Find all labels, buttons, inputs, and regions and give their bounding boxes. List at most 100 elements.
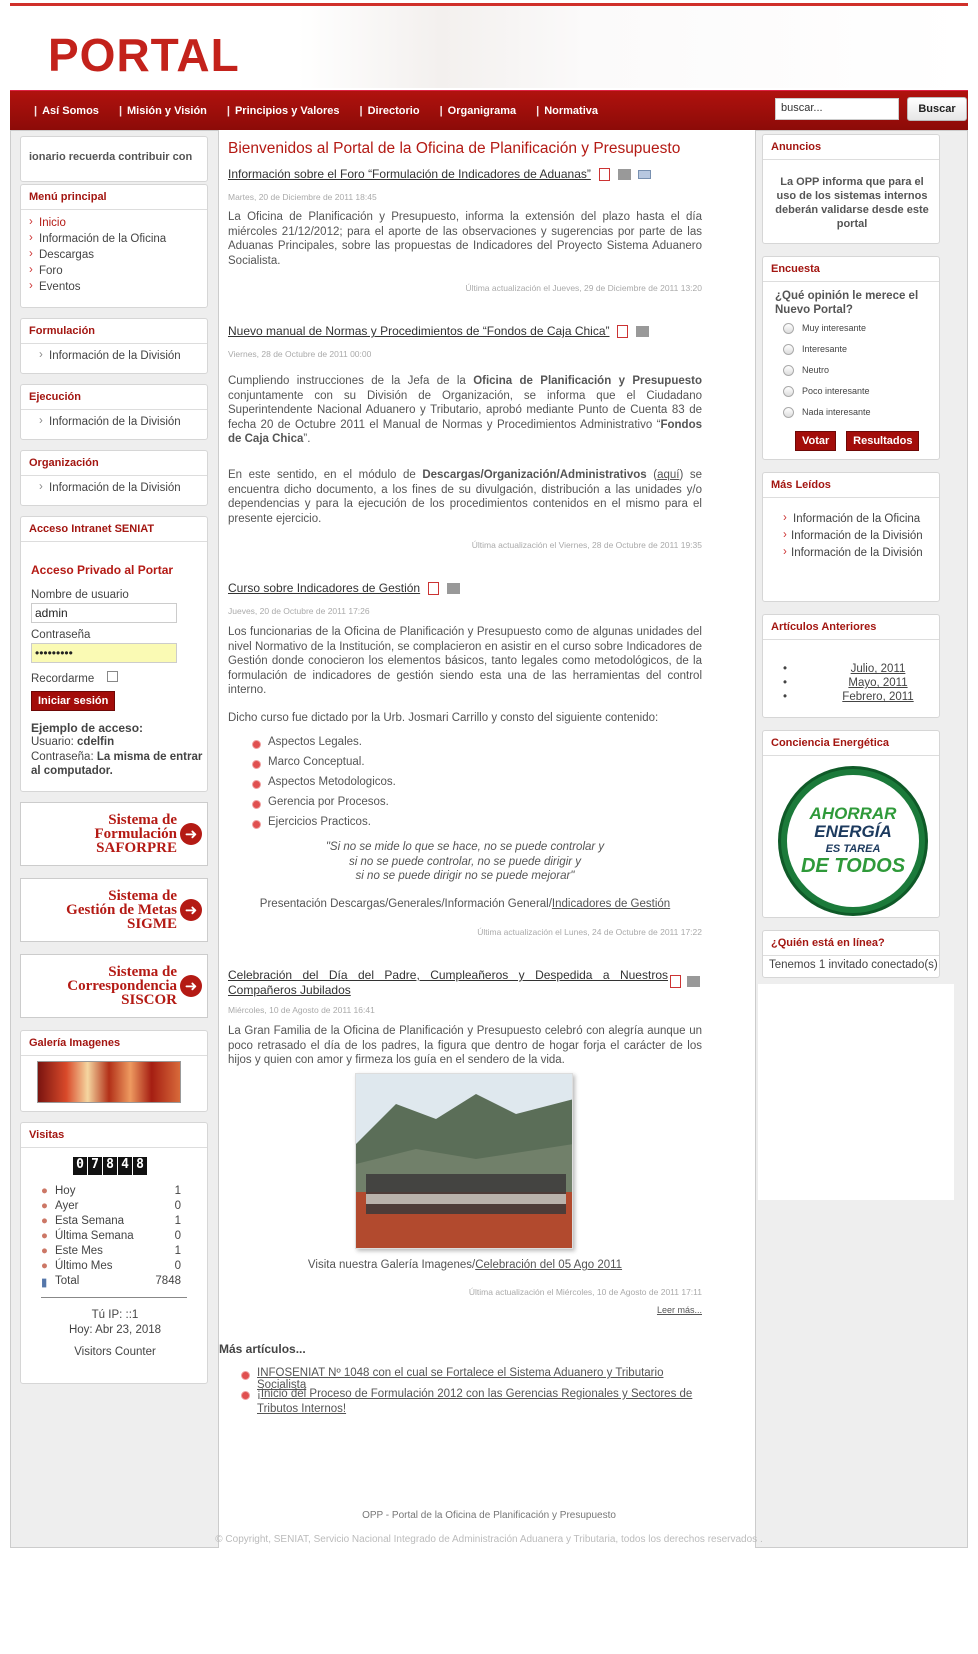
online-box: ¿Quién está en línea? Tenemos 1 invitado… xyxy=(762,930,940,978)
list-item: Aspectos Metodologicos. xyxy=(252,776,552,796)
energy-logo: AHORRAR ENERGÍA ES TAREA DE TODOS xyxy=(781,769,925,913)
footer-copyright: © Copyright, SENIAT, Servicio Nacional I… xyxy=(215,1534,763,1545)
sigme-l2: Gestión de Metas xyxy=(66,902,177,918)
portal-logo[interactable]: PORTAL xyxy=(48,28,240,82)
print-icon[interactable] xyxy=(446,583,460,594)
marquee-box: ionario recuerda contribuir con xyxy=(20,136,208,182)
organizacion-item[interactable]: Información de la División xyxy=(21,476,207,500)
nav-normativa[interactable]: Normativa xyxy=(526,105,608,117)
article-4-title[interactable]: Celebración del Día del Padre, Cumpleañe… xyxy=(228,968,668,997)
archive-item[interactable]: • Febrero, 2011 xyxy=(783,691,933,705)
ejecucion-item[interactable]: Información de la División xyxy=(21,410,207,434)
galeria-thumbnail[interactable] xyxy=(37,1061,181,1103)
users-icon: ● xyxy=(41,1230,48,1242)
username-field[interactable]: admin xyxy=(31,603,177,623)
poll-option[interactable]: Interesante xyxy=(783,344,871,365)
anuncios-title: Anuncios xyxy=(763,135,939,160)
visitas-title: Visitas xyxy=(21,1123,207,1148)
article-2-title[interactable]: Nuevo manual de Normas y Procedimientos … xyxy=(228,324,610,338)
list-item: Marco Conceptual. xyxy=(252,756,552,776)
archive-item[interactable]: • Julio, 2011 xyxy=(783,663,933,677)
formulacion-title: Formulación xyxy=(21,319,207,344)
radio-button[interactable] xyxy=(783,386,794,398)
archive-item[interactable]: • Mayo, 2011 xyxy=(783,677,933,691)
nav-organigrama[interactable]: Organigrama xyxy=(430,105,527,117)
mas-leidos-item[interactable]: Información de la División xyxy=(775,545,923,562)
nav-mision-vision[interactable]: Misión y Visión xyxy=(109,105,217,117)
article-3-presentation: Presentación Descargas/Generales/Informa… xyxy=(259,898,671,910)
saforpre-banner[interactable]: Sistema de Formulación SAFORPRE ➜ xyxy=(20,802,208,866)
email-icon[interactable] xyxy=(638,170,652,179)
radio-button[interactable] xyxy=(783,344,794,356)
sigme-l3: SIGME xyxy=(126,916,177,932)
nav-directorio[interactable]: Directorio xyxy=(350,105,430,117)
article-3-title[interactable]: Curso sobre Indicadores de Gestión xyxy=(228,581,420,595)
indicadores-gestion-link[interactable]: Indicadores de Gestión xyxy=(552,898,670,910)
search-button[interactable]: Buscar xyxy=(907,97,967,121)
saforpre-l1: Sistema de xyxy=(108,812,177,828)
password-label: Contraseña xyxy=(31,629,91,641)
article-1-body: La Oficina de Planificación y Presupuest… xyxy=(228,211,702,267)
article-4-date: Miércoles, 10 de Agosto de 2011 16:41 xyxy=(228,1005,375,1015)
nav-asi-somos[interactable]: Así Somos xyxy=(24,105,109,117)
poll-option[interactable]: Neutro xyxy=(783,365,871,386)
menu-item-foro[interactable]: Foro xyxy=(21,263,207,279)
footer-title: OPP - Portal de la Oficina de Planificac… xyxy=(362,1510,616,1521)
results-button[interactable]: Resultados xyxy=(846,431,920,451)
stat-row-ayer: ● Ayer 0 xyxy=(41,1200,181,1215)
mas-leidos-item[interactable]: Información de la División xyxy=(775,528,923,545)
menu-item-eventos[interactable]: Eventos xyxy=(21,279,207,295)
more-article-item[interactable]: ¡Inicio del Proceso de Formulación 2012 … xyxy=(241,1387,711,1416)
radio-button[interactable] xyxy=(783,365,794,377)
marquee-text: ionario recuerda contribuir con xyxy=(29,151,193,163)
poll-option[interactable]: Nada interesante xyxy=(783,407,871,428)
sigme-banner[interactable]: Sistema de Gestión de Metas SIGME ➜ xyxy=(20,878,208,942)
login-button[interactable]: Iniciar sesión xyxy=(31,691,116,711)
example-user-label: Usuario: xyxy=(31,736,74,748)
vote-button[interactable]: Votar xyxy=(795,431,837,451)
pdf-icon[interactable] xyxy=(670,975,681,988)
celebration-photo[interactable] xyxy=(355,1073,573,1249)
pdf-icon[interactable] xyxy=(617,325,629,338)
mas-leidos-item[interactable]: Información de la Oficina xyxy=(775,511,923,528)
visitas-divider xyxy=(41,1297,187,1298)
print-icon[interactable] xyxy=(687,976,700,987)
example-user-value: cdelfin xyxy=(77,736,115,748)
radio-button[interactable] xyxy=(783,323,794,335)
password-field[interactable]: ••••••••• xyxy=(31,643,177,663)
siscor-l1: Sistema de xyxy=(108,964,177,980)
article-2-date: Viernes, 28 de Octubre de 2011 00:00 xyxy=(228,349,372,359)
poll-option[interactable]: Poco interesante xyxy=(783,386,871,407)
more-article-item[interactable]: INFOSENIAT Nº 1048 con el cual se Fortal… xyxy=(241,1367,711,1391)
nav-principios-valores[interactable]: Principios y Valores xyxy=(217,105,350,117)
remember-checkbox[interactable] xyxy=(107,671,118,682)
siscor-banner[interactable]: Sistema de Correspondencia SISCOR ➜ xyxy=(20,954,208,1018)
energy-logo-l3: ES TAREA xyxy=(825,843,881,855)
blank-panel xyxy=(758,984,954,1200)
read-more-link[interactable]: Leer más... xyxy=(228,1305,702,1315)
pdf-icon[interactable] xyxy=(427,582,439,595)
print-icon[interactable] xyxy=(636,326,650,337)
siscor-l3: SISCOR xyxy=(121,992,177,1008)
menu-item-informacion-oficina[interactable]: Información de la Oficina xyxy=(21,231,207,247)
main-menu-title: Menú principal xyxy=(21,185,207,210)
pdf-icon[interactable] xyxy=(598,168,610,181)
online-title: ¿Quién está en línea? xyxy=(763,931,939,956)
organizacion-box: Organización Información de la División xyxy=(20,450,208,506)
visitors-counter-link[interactable]: Visitors Counter xyxy=(21,1346,209,1358)
poll-option[interactable]: Muy interesante xyxy=(783,323,871,344)
radio-button[interactable] xyxy=(783,407,794,419)
print-icon[interactable] xyxy=(617,169,631,180)
mas-leidos-title: Más Leídos xyxy=(763,473,939,498)
menu-item-inicio[interactable]: Inicio xyxy=(21,215,207,231)
articulos-anteriores-box: Artículos Anteriores • Julio, 2011 • Mayo,… xyxy=(762,614,940,718)
saforpre-l3: SAFORPRE xyxy=(96,840,177,856)
search-input[interactable]: buscar... xyxy=(775,98,899,120)
celebracion-link[interactable]: Celebración del 05 Ago 2011 xyxy=(475,1259,622,1271)
article-2-updated: Última actualización el Viernes, 28 de O… xyxy=(471,540,702,550)
aqui-link[interactable]: aquí xyxy=(657,469,679,481)
formulacion-item[interactable]: Información de la División xyxy=(21,344,207,368)
menu-item-descargas[interactable]: Descargas xyxy=(21,247,207,263)
article-1-title[interactable]: Información sobre el Foro “Formulación d… xyxy=(228,167,591,181)
user-icon: ● xyxy=(41,1185,48,1197)
